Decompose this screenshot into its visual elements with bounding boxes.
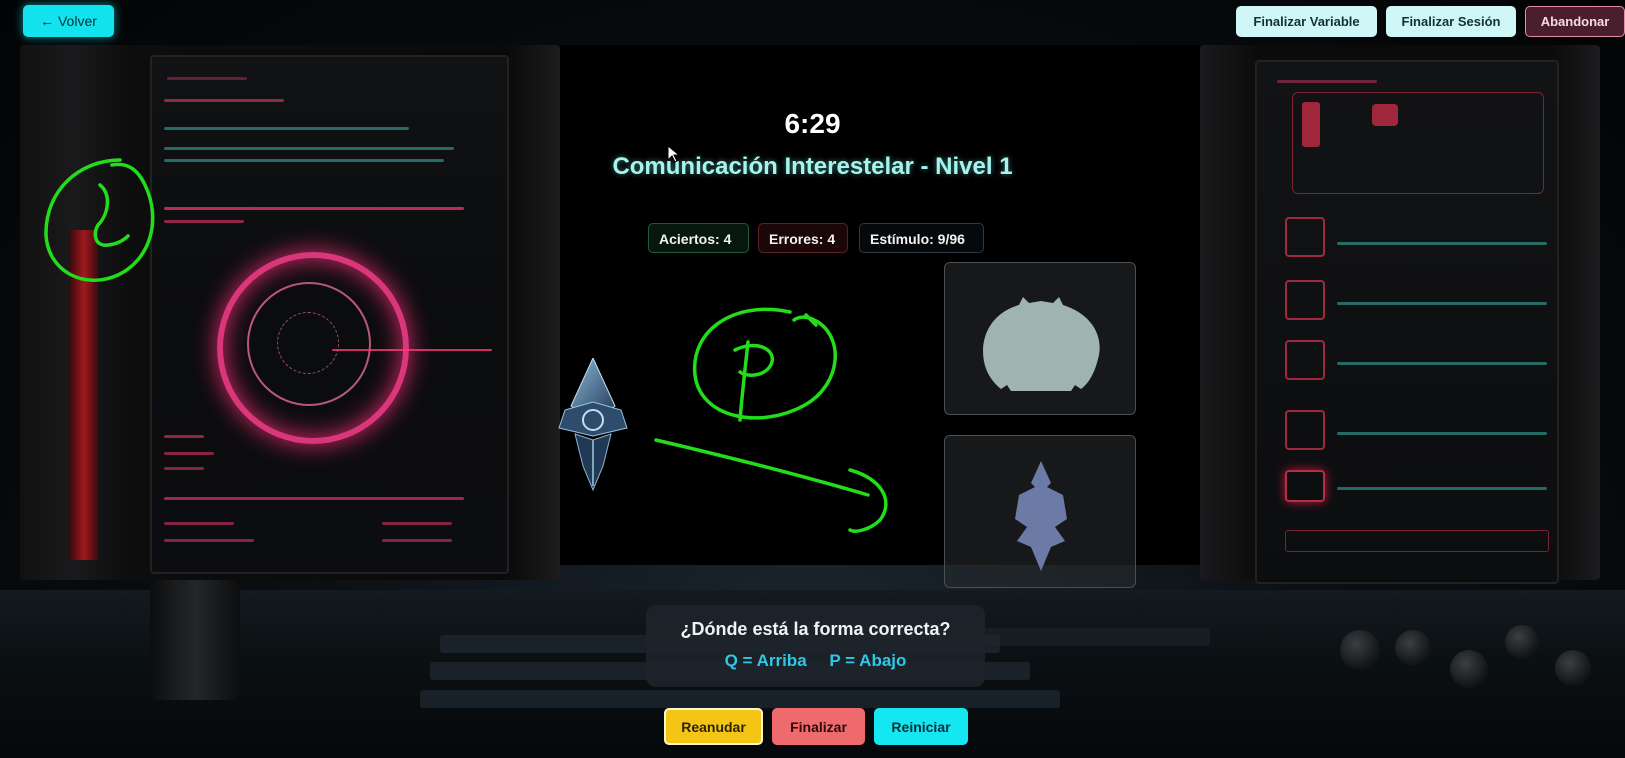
- game-title: Comunicación Interestelar - Nivel 1: [612, 153, 1013, 180]
- countdown-timer: 6:29: [784, 108, 841, 139]
- key-hint-up: Q = Arriba: [724, 651, 807, 670]
- blob-shape-icon: [983, 297, 1100, 391]
- finalize-variable-button[interactable]: Finalizar Variable: [1236, 6, 1377, 37]
- finalize-session-button[interactable]: Finalizar Sesión: [1386, 6, 1516, 37]
- spike-shape-icon: [1015, 461, 1067, 571]
- crystal-ship-icon: [558, 358, 628, 492]
- mouse-cursor-icon: [668, 146, 680, 163]
- console-cup: [150, 580, 240, 700]
- abandon-button[interactable]: Abandonar: [1525, 6, 1625, 37]
- key-hints: Q = Arriba P = Abajo: [646, 651, 985, 671]
- hits-counter: Aciertos: 4: [648, 223, 749, 253]
- stimulus-counter: Estímulo: 9/96: [859, 223, 984, 253]
- resume-button[interactable]: Reanudar: [664, 708, 763, 745]
- errors-counter: Errores: 4: [758, 223, 848, 253]
- key-hint-down: P = Abajo: [829, 651, 907, 670]
- finish-button[interactable]: Finalizar: [772, 708, 865, 745]
- restart-button[interactable]: Reiniciar: [874, 708, 968, 745]
- response-prompt: ¿Dónde está la forma correcta? Q = Arrib…: [646, 605, 985, 687]
- back-button[interactable]: ← Volver: [23, 5, 114, 37]
- left-red-light: [70, 230, 98, 560]
- prompt-question: ¿Dónde está la forma correcta?: [680, 619, 951, 639]
- option-card-bottom[interactable]: [944, 435, 1136, 588]
- option-card-top[interactable]: [944, 262, 1136, 415]
